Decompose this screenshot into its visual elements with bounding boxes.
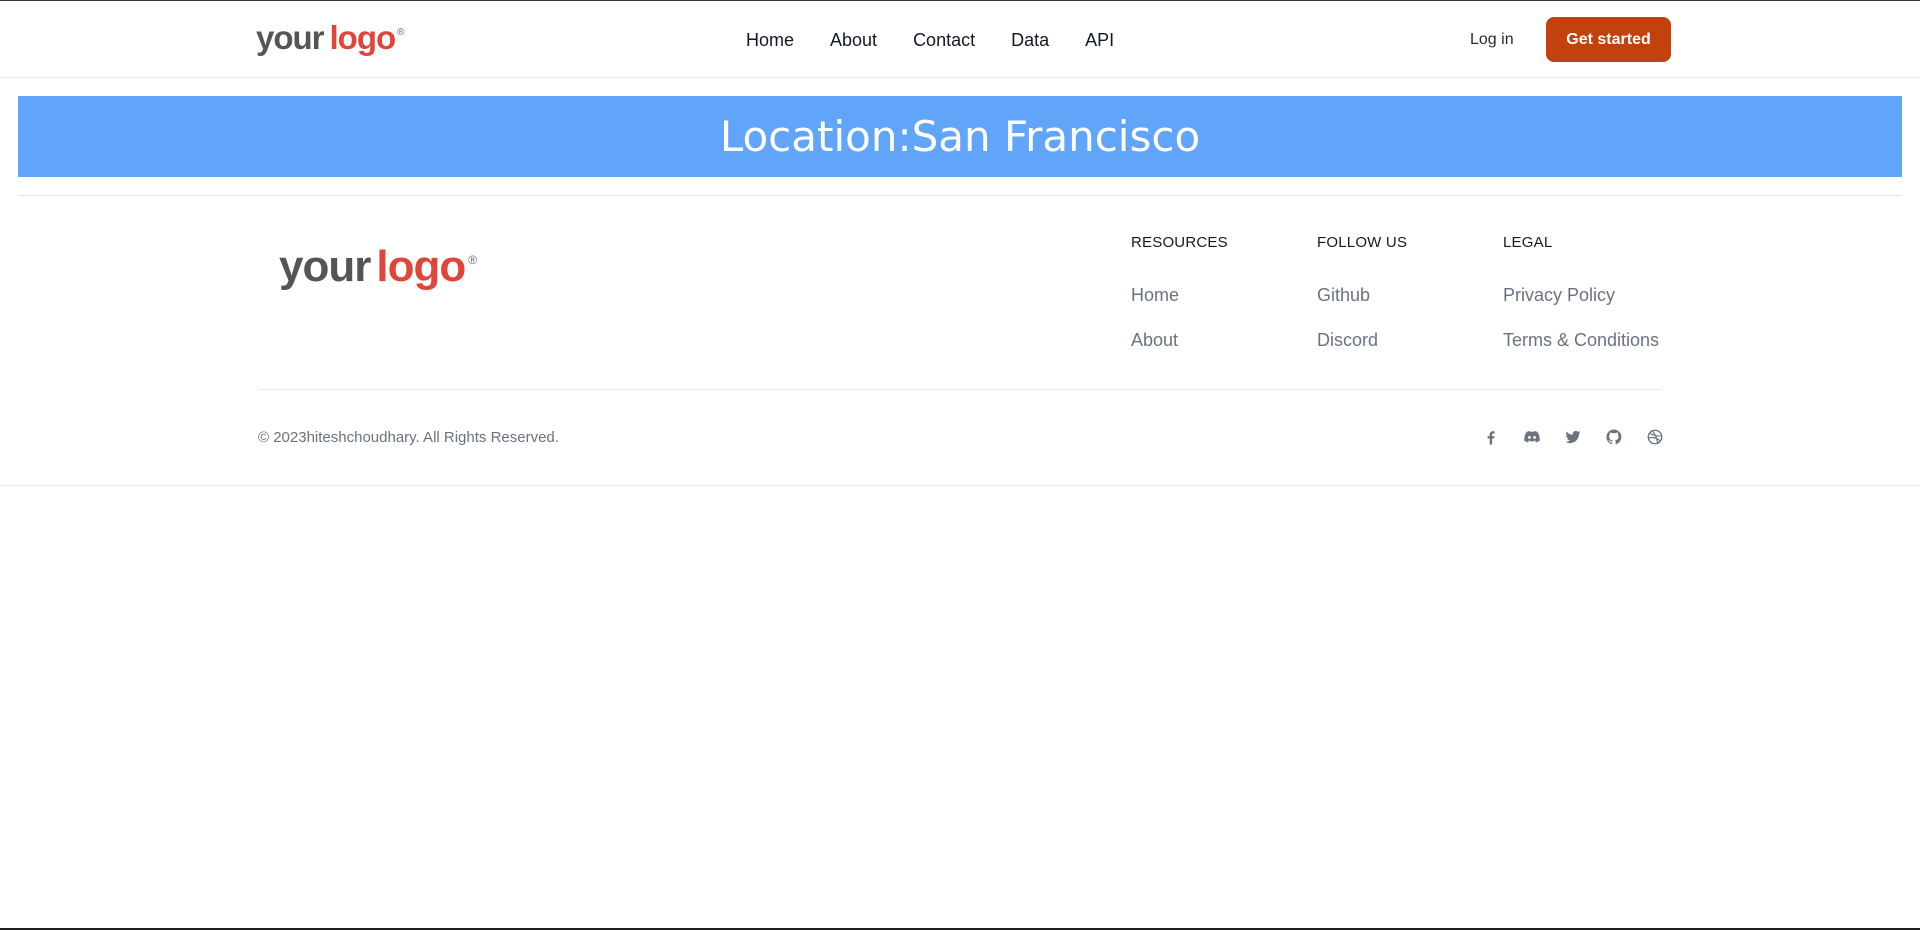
footer-logo[interactable]: your logo ® (279, 240, 477, 294)
footer-link-terms-conditions[interactable]: Terms & Conditions (1503, 329, 1659, 351)
footer-top-divider (18, 195, 1902, 196)
header-logo[interactable]: your logo ® (256, 18, 405, 58)
footer-link-about[interactable]: About (1131, 329, 1228, 351)
nav-about[interactable]: About (830, 29, 877, 51)
footer-column-title: LEGAL (1503, 234, 1553, 251)
logo-word-logo: logo (376, 242, 466, 291)
location-banner: Location:San Francisco (18, 96, 1902, 177)
nav-data[interactable]: Data (1011, 29, 1049, 51)
nav-home[interactable]: Home (746, 29, 794, 51)
footer-link-home[interactable]: Home (1131, 284, 1228, 306)
footer-column-legal: LEGAL Privacy Policy Terms & Conditions (1503, 233, 1659, 351)
footer-column-follow-us: FOLLOW US Github Discord (1317, 233, 1407, 351)
logo-word-logo: logo (329, 19, 397, 56)
page-bottom-divider (0, 485, 1920, 486)
main-nav: Home About Contact Data API (746, 29, 1114, 51)
footer-divider (258, 389, 1662, 390)
footer-column-resources: RESOURCES Home About (1131, 233, 1228, 351)
twitter-icon[interactable] (1563, 427, 1583, 447)
logo-word-your: your (279, 242, 371, 291)
facebook-icon[interactable] (1481, 427, 1501, 447)
footer-link-discord[interactable]: Discord (1317, 329, 1407, 351)
login-link[interactable]: Log in (1470, 30, 1514, 50)
social-links (1481, 427, 1665, 447)
nav-contact[interactable]: Contact (913, 29, 975, 51)
github-icon[interactable] (1604, 427, 1624, 447)
copyright-text: © 2023hiteshchoudhary. All Rights Reserv… (258, 429, 559, 446)
footer-column-title: RESOURCES (1131, 234, 1228, 251)
logo-word-your: your (256, 19, 325, 56)
nav-api[interactable]: API (1085, 29, 1114, 51)
footer-link-github[interactable]: Github (1317, 284, 1407, 306)
footer-link-privacy-policy[interactable]: Privacy Policy (1503, 284, 1659, 306)
footer-column-title: FOLLOW US (1317, 234, 1408, 251)
site-header: your logo ® Home About Contact Data API … (0, 1, 1920, 78)
registered-mark: ® (468, 253, 478, 267)
location-title: Location:San Francisco (719, 111, 1201, 161)
registered-mark: ® (397, 27, 405, 38)
get-started-button[interactable]: Get started (1546, 17, 1671, 62)
dribbble-icon[interactable] (1645, 427, 1665, 447)
discord-icon[interactable] (1522, 427, 1542, 447)
